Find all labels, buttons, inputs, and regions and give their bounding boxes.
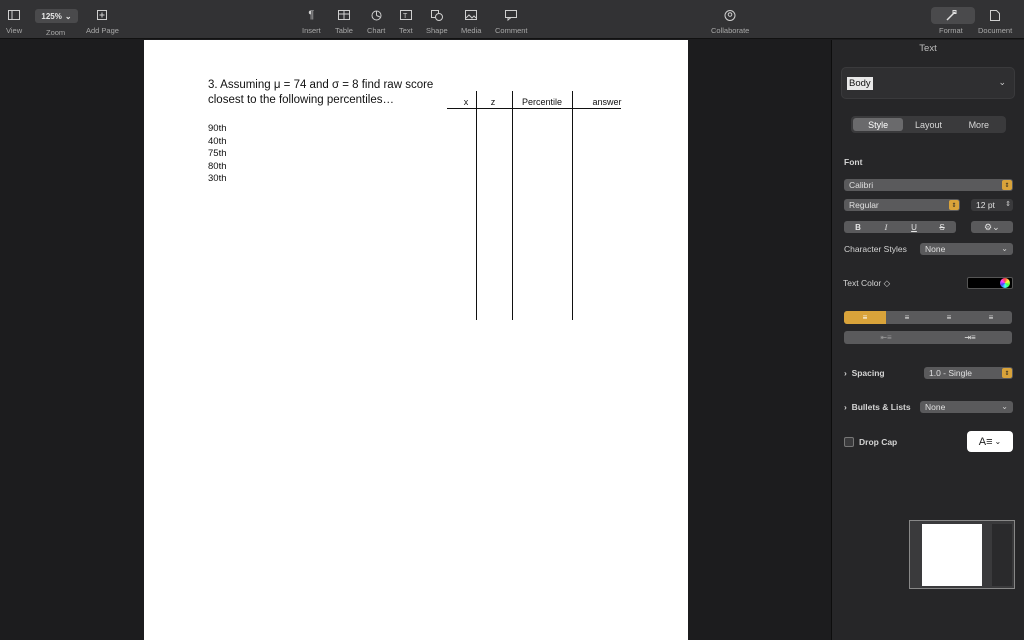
page-thumbnail[interactable] <box>909 520 1015 589</box>
paragraph-style-select[interactable]: Body ⌄ <box>841 67 1015 99</box>
document-canvas[interactable]: 3. Assuming μ = 74 and σ = 8 find raw sc… <box>0 40 831 640</box>
align-left-icon[interactable]: ≡ <box>844 311 886 324</box>
align-center-icon[interactable]: ≡ <box>886 311 928 324</box>
chevron-down-icon: ⌄ <box>998 77 1006 87</box>
comment-icon <box>505 6 518 24</box>
tab-layout[interactable]: Layout <box>903 118 953 131</box>
align-right-icon[interactable]: ≡ <box>928 311 970 324</box>
svg-text:T: T <box>403 13 408 20</box>
text-format-buttons: B I U S <box>844 221 956 233</box>
column-header-x: x <box>463 97 469 107</box>
font-size-field[interactable]: 12 pt ⇕ <box>971 199 1013 211</box>
character-styles-select[interactable]: None ⌄ <box>920 243 1013 255</box>
insert-button[interactable]: ¶ Insert <box>302 6 321 35</box>
spacing-select[interactable]: 1.0 - Single ⇕ <box>924 367 1013 379</box>
bullets-disclosure[interactable]: › Bullets & Lists <box>844 402 911 412</box>
table-header-rule <box>447 108 621 109</box>
stepper-arrows-icon: ⇕ <box>1005 201 1011 208</box>
percentile-item: 30th <box>208 173 227 184</box>
inspector-tabs: Style Layout More <box>851 116 1006 133</box>
percentile-item: 40th <box>208 135 227 147</box>
collaborate-icon <box>724 6 736 24</box>
chevron-right-icon: › <box>844 368 852 378</box>
chevron-down-icon: ⌄ <box>1001 244 1008 253</box>
format-button[interactable]: Format <box>939 6 963 35</box>
underline-button[interactable]: U <box>900 221 928 233</box>
comment-button[interactable]: Comment <box>495 6 528 35</box>
alignment-buttons: ≡ ≡ ≡ ≡ <box>844 311 1012 324</box>
chevron-down-icon: ⌄ <box>1001 402 1008 411</box>
color-wheel-icon[interactable] <box>1000 278 1010 288</box>
percentile-item: 75th <box>208 148 227 159</box>
drop-cap-icon: A≡ <box>978 435 993 448</box>
strikethrough-button[interactable]: S <box>928 221 956 233</box>
thumbnail-page <box>922 524 982 586</box>
tab-style[interactable]: Style <box>853 118 904 131</box>
gear-icon: ⚙⌄ <box>984 221 1000 232</box>
column-header-z: z <box>490 97 496 107</box>
bullets-select[interactable]: None ⌄ <box>920 401 1013 413</box>
view-button[interactable]: View <box>6 6 22 35</box>
document-button[interactable]: Document <box>978 6 1012 35</box>
shape-button[interactable]: Shape <box>426 6 448 35</box>
inspector-title: Text <box>919 43 937 54</box>
text-options-button[interactable]: ⚙⌄ <box>971 221 1013 233</box>
stepper-icon: ⇕ <box>1002 368 1012 378</box>
chevron-down-icon: ⌄ <box>64 11 72 21</box>
drop-cap-checkbox[interactable] <box>844 437 854 447</box>
text-button[interactable]: T Text <box>399 6 413 35</box>
pages-app-window: View 125% ⌄ Zoom Add Page ¶ Insert Table <box>0 0 1024 640</box>
drop-cap-label: Drop Cap <box>859 437 898 447</box>
decrease-indent-icon[interactable]: ⇤≡ <box>844 331 928 344</box>
increase-indent-icon[interactable]: ⇥≡ <box>928 331 1012 344</box>
chevron-down-icon: ⌄ <box>994 437 1002 446</box>
toolbar: View 125% ⌄ Zoom Add Page ¶ Insert Table <box>0 0 1024 39</box>
zoom-select[interactable]: 125% ⌄ <box>35 9 78 23</box>
percentile-item: 80th <box>208 160 227 172</box>
table-icon <box>337 6 350 24</box>
paintbrush-icon <box>945 6 957 24</box>
table-button[interactable]: Table <box>335 6 353 35</box>
percentile-item: 90th <box>208 123 227 134</box>
font-family-select[interactable]: Calibri ⇕ <box>844 179 1013 191</box>
question-line-1: 3. Assuming μ = 74 and σ = 8 find raw sc… <box>208 79 434 91</box>
table-divider <box>512 91 513 320</box>
format-inspector: Text Body ⌄ Style Layout More Font Calib… <box>831 40 1024 640</box>
indent-buttons: ⇤≡ ⇥≡ <box>844 331 1012 344</box>
document-page[interactable]: 3. Assuming μ = 74 and σ = 8 find raw sc… <box>144 40 688 640</box>
document-icon <box>990 6 1001 24</box>
stepper-icon: ⇕ <box>1002 180 1012 190</box>
photo-icon <box>465 6 478 24</box>
align-justify-icon[interactable]: ≡ <box>970 311 1012 324</box>
thumbnail-sidebar <box>992 524 1012 586</box>
textbox-icon: T <box>399 6 412 24</box>
add-page-icon <box>97 6 108 24</box>
spacing-disclosure[interactable]: › Spacing <box>844 368 885 378</box>
add-page-button[interactable]: Add Page <box>86 6 119 35</box>
pilcrow-icon: ¶ <box>308 9 315 21</box>
sidebar-icon <box>8 6 21 24</box>
collaborate-button[interactable]: Collaborate <box>711 6 749 35</box>
font-section-label: Font <box>844 157 863 167</box>
question-line-2: closest to the following percentiles… <box>208 94 395 106</box>
media-button[interactable]: Media <box>461 6 481 35</box>
paragraph-style-value: Body <box>847 77 873 90</box>
chevron-right-icon: › <box>844 402 852 412</box>
column-header-percentile: Percentile <box>521 97 563 107</box>
bold-button[interactable]: B <box>844 221 872 233</box>
chart-icon <box>371 6 382 24</box>
font-weight-select[interactable]: Regular ⇕ <box>844 199 960 211</box>
column-header-answer: answer <box>592 97 622 107</box>
drop-cap-style-button[interactable]: A≡ ⌄ <box>967 431 1013 452</box>
tab-more[interactable]: More <box>954 118 1004 131</box>
zoom-label: Zoom <box>46 28 66 37</box>
chart-button[interactable]: Chart <box>367 6 385 35</box>
stepper-icon: ⇕ <box>949 200 959 210</box>
italic-button[interactable]: I <box>872 221 900 233</box>
table-divider <box>572 91 573 320</box>
shape-icon <box>430 6 443 24</box>
text-color-label: Text Color ◇ <box>843 278 891 288</box>
table-divider <box>476 91 477 320</box>
character-styles-label: Character Styles <box>844 244 907 254</box>
